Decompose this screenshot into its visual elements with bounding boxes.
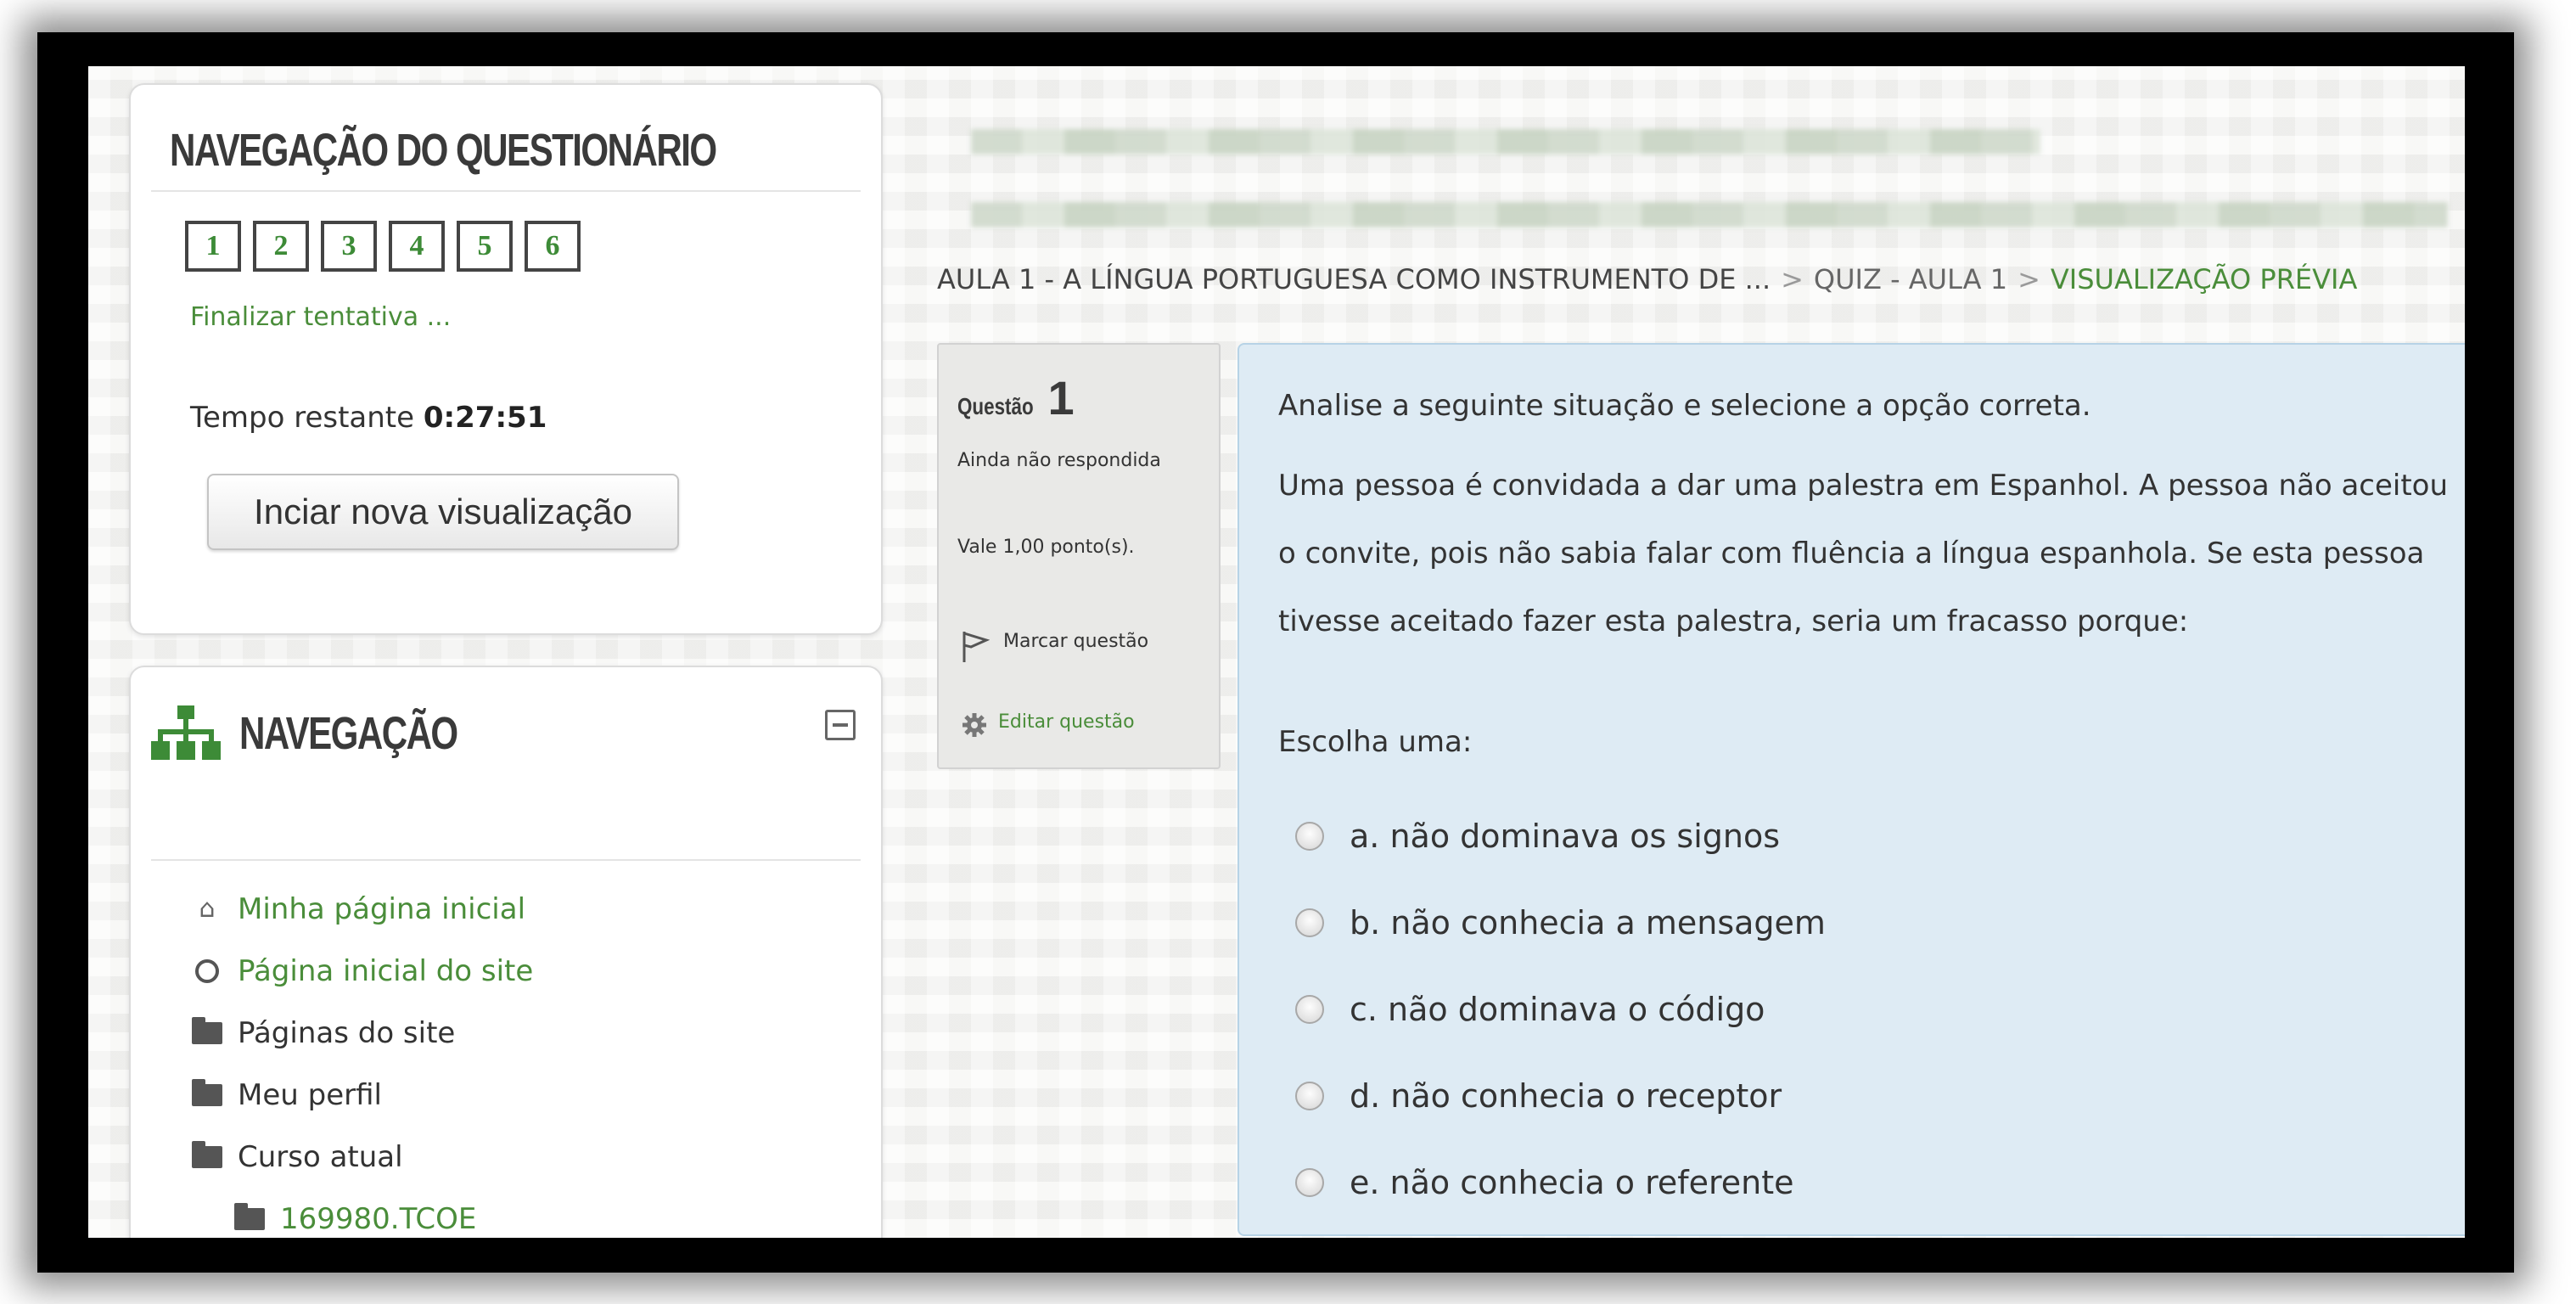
question-button-5[interactable]: 5 <box>457 221 513 272</box>
screenshot-frame: NAVEGAÇÃO DO QUESTIONÁRIO 1 2 3 4 5 6 Fi… <box>37 32 2514 1273</box>
answer-prompt: Escolha uma: <box>1278 725 1473 759</box>
flag-icon <box>962 632 990 662</box>
nav-item-label: Meu perfil <box>238 1077 382 1112</box>
nav-item-site-pages[interactable]: Páginas do site <box>190 1002 533 1064</box>
navigation-tree: ⌂ Minha página inicial Página inicial do… <box>190 878 533 1238</box>
question-buttons: 1 2 3 4 5 6 <box>185 221 581 272</box>
nav-item-my-home[interactable]: ⌂ Minha página inicial <box>190 878 533 940</box>
question-button-4[interactable]: 4 <box>389 221 445 272</box>
answer-option-e[interactable]: e. não conhecia o referente <box>1295 1139 1826 1226</box>
time-remaining: Tempo restante 0:27:51 <box>190 401 547 435</box>
breadcrumb-quiz[interactable]: QUIZ - AULA 1 <box>1814 263 2007 295</box>
nav-item-label[interactable]: Minha página inicial <box>238 892 525 926</box>
sitemap-icon <box>151 705 221 762</box>
question-intro: Analise a seguinte situação e selecione … <box>1278 389 2091 423</box>
breadcrumb-course[interactable]: AULA 1 - A LÍNGUA PORTUGUESA COMO INSTRU… <box>937 263 1771 295</box>
finish-attempt-link[interactable]: Finalizar tentativa ... <box>190 302 451 332</box>
breadcrumb-current: VISUALIZAÇÃO PRÉVIA <box>2050 263 2358 295</box>
nav-item-label: Curso atual <box>238 1139 403 1174</box>
question-button-2[interactable]: 2 <box>253 221 309 272</box>
question-button-1[interactable]: 1 <box>185 221 241 272</box>
question-info-panel: Questão 1 Ainda não respondida Vale 1,00… <box>937 343 1221 769</box>
answer-option-c[interactable]: c. não dominava o código <box>1295 966 1826 1053</box>
quiz-navigation-block: NAVEGAÇÃO DO QUESTIONÁRIO 1 2 3 4 5 6 Fi… <box>129 83 883 635</box>
circle-icon <box>190 958 224 983</box>
answer-option-d[interactable]: d. não conhecia o receptor <box>1295 1053 1826 1139</box>
moodle-page: NAVEGAÇÃO DO QUESTIONÁRIO 1 2 3 4 5 6 Fi… <box>88 66 2465 1238</box>
radio-button[interactable] <box>1295 908 1324 937</box>
answer-label[interactable]: a. não dominava os signos <box>1350 818 1780 855</box>
answer-label[interactable]: c. não dominava o código <box>1350 991 1765 1028</box>
question-number: Questão 1 <box>957 370 1075 425</box>
question-label: Questão <box>957 393 1034 419</box>
divider <box>151 859 861 861</box>
nav-item-course-code[interactable]: 169980.TCOE <box>233 1188 533 1238</box>
gear-icon <box>962 713 986 737</box>
question-body: Uma pessoa é convidada a dar uma palestr… <box>1278 469 2449 638</box>
navigation-block: NAVEGAÇÃO ⌂ Minha página inicial Página … <box>129 666 883 1238</box>
collapse-block-icon[interactable] <box>825 710 856 740</box>
nav-item-my-profile[interactable]: Meu perfil <box>190 1064 533 1126</box>
navigation-header: NAVEGAÇÃO <box>151 693 861 774</box>
breadcrumb: AULA 1 - A LÍNGUA PORTUGUESA COMO INSTRU… <box>937 263 2357 295</box>
answer-label[interactable]: b. não conhecia a mensagem <box>1350 904 1826 941</box>
folder-icon <box>233 1202 267 1230</box>
breadcrumb-separator: > <box>2018 263 2040 295</box>
flag-question-label[interactable]: Marcar questão <box>1003 631 1148 652</box>
answer-option-b[interactable]: b. não conhecia a mensagem <box>1295 880 1826 966</box>
edit-question-link[interactable]: Editar questão <box>961 705 1135 739</box>
answer-label[interactable]: e. não conhecia o referente <box>1350 1164 1794 1201</box>
nav-item-label[interactable]: 169980.TCOE <box>280 1202 476 1236</box>
answer-options: a. não dominava os signos b. não conheci… <box>1295 793 1826 1226</box>
question-button-6[interactable]: 6 <box>525 221 581 272</box>
quiz-navigation-header: NAVEGAÇÃO DO QUESTIONÁRIO <box>151 110 861 192</box>
folder-icon <box>190 1078 224 1106</box>
home-icon: ⌂ <box>199 894 216 924</box>
radio-button[interactable] <box>1295 1168 1324 1197</box>
radio-button[interactable] <box>1295 822 1324 851</box>
question-content: Analise a seguinte situação e selecione … <box>1237 343 2465 1236</box>
question-button-3[interactable]: 3 <box>321 221 377 272</box>
nav-item-current-course[interactable]: Curso atual <box>190 1126 533 1188</box>
answer-option-a[interactable]: a. não dominava os signos <box>1295 793 1826 880</box>
question-points: Vale 1,00 ponto(s). <box>957 537 1135 558</box>
question-number-value: 1 <box>1047 371 1075 424</box>
nav-item-site-home[interactable]: Página inicial do site <box>190 940 533 1002</box>
nav-item-label[interactable]: Página inicial do site <box>238 954 533 988</box>
flag-question-button[interactable]: Marcar questão <box>961 618 1148 664</box>
breadcrumb-separator: > <box>1781 263 1804 295</box>
radio-button[interactable] <box>1295 1082 1324 1110</box>
time-remaining-value: 0:27:51 <box>423 401 547 435</box>
answer-label[interactable]: d. não conhecia o receptor <box>1350 1077 1782 1115</box>
navigation-title: NAVEGAÇÃO <box>239 708 458 759</box>
edit-question-label[interactable]: Editar questão <box>998 711 1135 733</box>
time-remaining-label: Tempo restante <box>190 401 415 435</box>
folder-icon <box>190 1016 224 1044</box>
folder-icon <box>190 1140 224 1168</box>
radio-button[interactable] <box>1295 995 1324 1024</box>
question-status: Ainda não respondida <box>957 450 1161 471</box>
nav-item-label: Páginas do site <box>238 1015 456 1050</box>
quiz-navigation-title: NAVEGAÇÃO DO QUESTIONÁRIO <box>170 125 717 176</box>
start-new-preview-button[interactable]: Inciar nova visualização <box>207 474 679 550</box>
